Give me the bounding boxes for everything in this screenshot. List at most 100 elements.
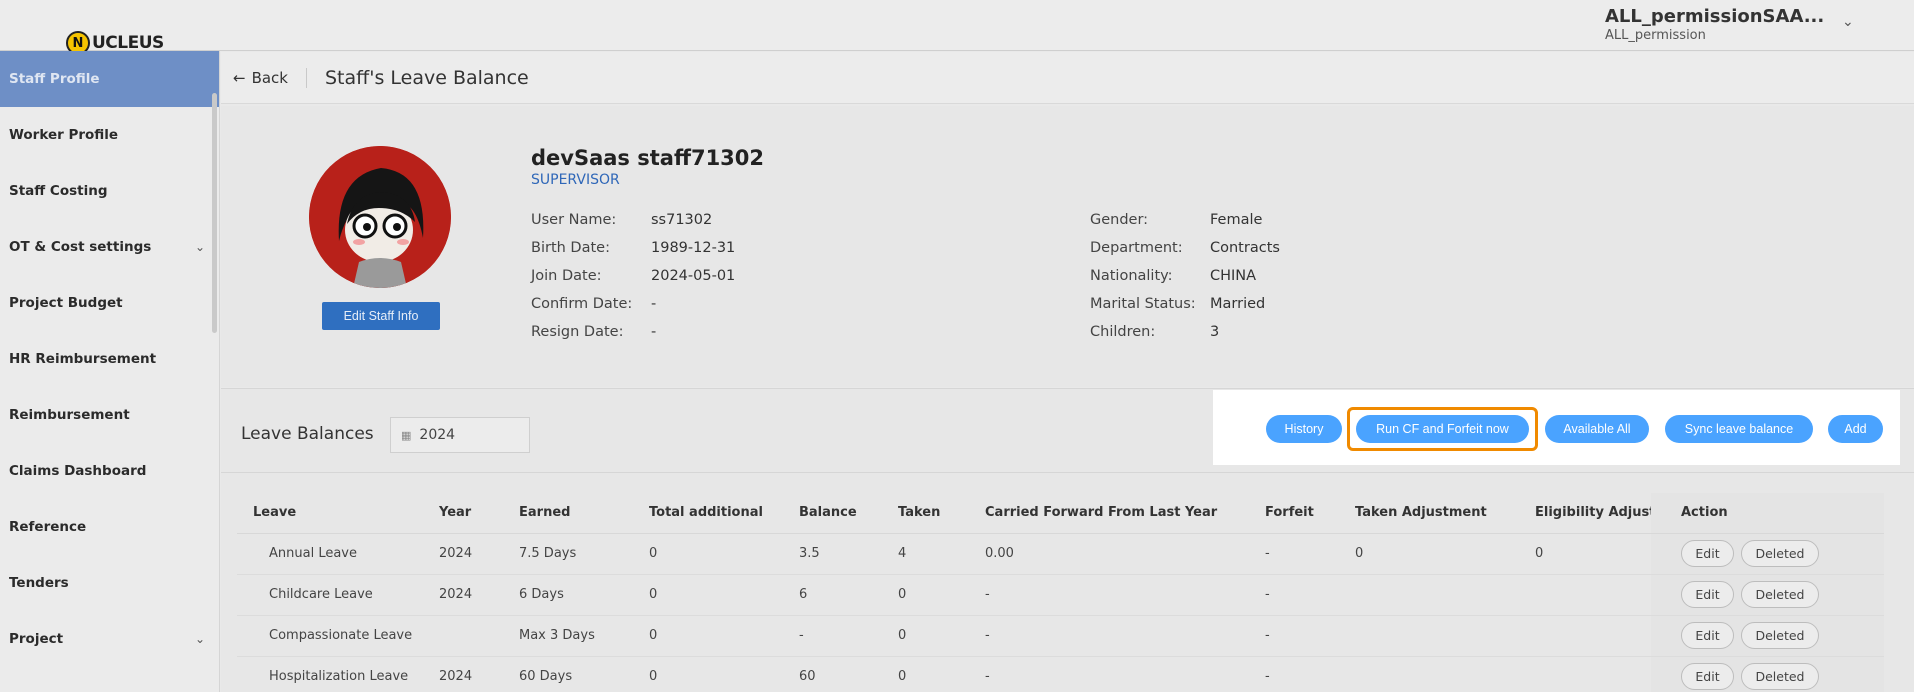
chevron-down-icon[interactable]: ⌄ — [1842, 14, 1854, 30]
sidebar-item-label: Staff Costing — [9, 183, 108, 199]
delete-button[interactable]: Deleted — [1741, 581, 1819, 608]
cell-total-additional: 0 — [649, 574, 799, 616]
cell-eligibility-adjustment — [1535, 615, 1651, 657]
sidebar-item-label: Reimbursement — [9, 407, 130, 423]
table-row: Annual Leave 2024 7.5 Days 0 3.5 4 0.00 … — [237, 533, 1884, 575]
sidebar-item-claims-dashboard[interactable]: Claims Dashboard — [0, 443, 219, 499]
info-confirm-date: Confirm Date: - — [531, 296, 657, 312]
history-button[interactable]: History — [1266, 415, 1342, 443]
cell-earned: 7.5 Days — [519, 533, 649, 575]
cell-taken-adjustment — [1355, 656, 1535, 692]
cell-carried: - — [985, 615, 1265, 657]
delete-button[interactable]: Deleted — [1741, 622, 1819, 649]
sidebar-item-staff-costing[interactable]: Staff Costing — [0, 163, 219, 219]
cell-balance: 6 — [799, 574, 898, 616]
col-total-additional: Total additional — [649, 493, 799, 534]
sidebar-item-tenders[interactable]: Tenders — [0, 555, 219, 611]
sidebar-item-project[interactable]: Project ⌄ — [0, 611, 219, 667]
back-button[interactable]: ← Back — [221, 69, 288, 87]
sidebar-item-reimbursement[interactable]: Reimbursement — [0, 387, 219, 443]
sidebar-item-reference[interactable]: Reference — [0, 499, 219, 555]
col-forfeit: Forfeit — [1265, 493, 1355, 534]
cell-leave: Compassionate Leave — [237, 615, 439, 657]
cell-earned: 6 Days — [519, 574, 649, 616]
sidebar-item-worker-profile[interactable]: Worker Profile — [0, 107, 219, 163]
page-title: Staff's Leave Balance — [325, 66, 529, 89]
cell-eligibility-adjustment — [1535, 656, 1651, 692]
cell-carried: 0.00 — [985, 533, 1265, 575]
cell-earned: 60 Days — [519, 656, 649, 692]
sidebar: Staff Profile Worker Profile Staff Costi… — [0, 51, 220, 692]
cell-forfeit: - — [1265, 615, 1355, 657]
cell-year: 2024 — [439, 533, 519, 575]
sidebar-item-project-budget[interactable]: Project Budget — [0, 275, 219, 331]
cell-eligibility-adjustment — [1535, 574, 1651, 616]
staff-profile-card: Edit Staff Info devSaas staff71302 SUPER… — [221, 106, 1914, 387]
cell-taken: 0 — [898, 656, 985, 692]
info-marital-status: Marital Status: Married — [1090, 296, 1266, 312]
sync-leave-balance-button[interactable]: Sync leave balance — [1665, 415, 1813, 443]
edit-button[interactable]: Edit — [1681, 581, 1734, 608]
divider — [306, 67, 307, 88]
sidebar-item-staff-profile[interactable]: Staff Profile — [0, 51, 219, 107]
run-cf-forfeit-button[interactable]: Run CF and Forfeit now — [1356, 415, 1529, 443]
cell-balance: - — [799, 615, 898, 657]
page-header: ← Back Staff's Leave Balance — [221, 52, 1914, 104]
chevron-down-icon: ⌄ — [194, 632, 205, 646]
cell-total-additional: 0 — [649, 656, 799, 692]
cell-taken: 4 — [898, 533, 985, 575]
col-earned: Earned — [519, 493, 649, 534]
available-all-button[interactable]: Available All — [1545, 415, 1649, 443]
edit-button[interactable]: Edit — [1681, 540, 1734, 567]
user-menu[interactable]: ALL_permissionSAA... ALL_permission — [1605, 6, 1824, 43]
col-action: Action — [1651, 493, 1884, 534]
cell-carried: - — [985, 574, 1265, 616]
cell-leave: Hospitalization Leave — [237, 656, 439, 692]
cell-leave: Childcare Leave — [237, 574, 439, 616]
edit-staff-info-button[interactable]: Edit Staff Info — [322, 302, 440, 330]
table-row: Compassionate Leave Max 3 Days 0 - 0 - -… — [237, 615, 1884, 657]
sidebar-item-hr-reimbursement[interactable]: HR Reimbursement — [0, 331, 219, 387]
sidebar-item-label: Project Budget — [9, 295, 123, 311]
cell-taken-adjustment: 0 — [1355, 533, 1535, 575]
user-role: ALL_permission — [1605, 28, 1706, 43]
info-resign-date: Resign Date: - — [531, 324, 657, 340]
col-carried-forward: Carried Forward From Last Year — [985, 493, 1265, 534]
table-row: Hospitalization Leave 2024 60 Days 0 60 … — [237, 656, 1884, 692]
user-name: ALL_permissionSAA... — [1605, 6, 1825, 27]
cell-year: 2024 — [439, 656, 519, 692]
edit-button[interactable]: Edit — [1681, 663, 1734, 690]
divider — [221, 472, 1914, 473]
year-picker[interactable]: ▦ 2024 — [390, 417, 530, 453]
col-leave: Leave — [237, 493, 439, 534]
edit-button[interactable]: Edit — [1681, 622, 1734, 649]
cell-year: 2024 — [439, 574, 519, 616]
calendar-icon: ▦ — [401, 428, 412, 442]
sidebar-item-label: Tenders — [9, 575, 69, 591]
col-taken: Taken — [898, 493, 985, 534]
delete-button[interactable]: Deleted — [1741, 540, 1819, 567]
add-button[interactable]: Add — [1828, 415, 1883, 443]
sidebar-item-ot-cost-settings[interactable]: OT & Cost settings ⌄ — [0, 219, 219, 275]
info-department: Department: Contracts — [1090, 240, 1280, 256]
info-user-name: User Name: ss71302 — [531, 212, 713, 228]
sidebar-item-label: Project — [9, 631, 64, 647]
cell-total-additional: 0 — [649, 533, 799, 575]
info-nationality: Nationality: CHINA — [1090, 268, 1257, 284]
cell-action: Edit Deleted — [1651, 574, 1884, 616]
avatar — [309, 146, 451, 288]
sidebar-scrollbar[interactable] — [212, 93, 217, 333]
cell-year — [439, 615, 519, 657]
sidebar-item-label: Reference — [9, 519, 87, 535]
cell-balance: 60 — [799, 656, 898, 692]
cell-earned: Max 3 Days — [519, 615, 649, 657]
year-value: 2024 — [419, 427, 456, 443]
cell-leave: Annual Leave — [237, 533, 439, 575]
staff-name: devSaas staff71302 — [531, 146, 765, 170]
cell-forfeit: - — [1265, 533, 1355, 575]
delete-button[interactable]: Deleted — [1741, 663, 1819, 690]
cell-carried: - — [985, 656, 1265, 692]
cell-balance: 3.5 — [799, 533, 898, 575]
staff-role: SUPERVISOR — [531, 172, 620, 188]
info-children: Children: 3 — [1090, 324, 1220, 340]
